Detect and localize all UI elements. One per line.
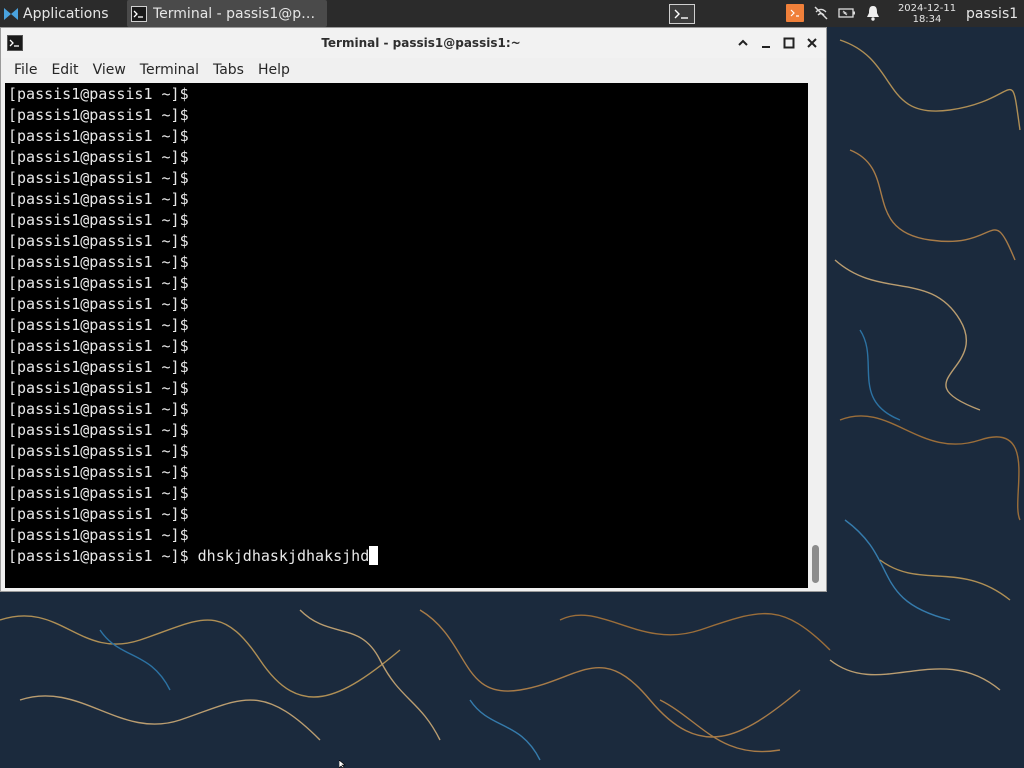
terminal-prompt: [passis1@passis1 ~]$ — [8, 148, 189, 166]
taskbar-terminal-label: Terminal - passis1@p… — [153, 5, 316, 22]
terminal-line: [passis1@passis1 ~]$ — [8, 525, 808, 546]
terminal-line: [passis1@passis1 ~]$ — [8, 294, 808, 315]
taskbar-terminal-button[interactable]: Terminal - passis1@p… — [127, 0, 327, 27]
terminal-line: [passis1@passis1 ~]$ — [8, 483, 808, 504]
terminal-line: [passis1@passis1 ~]$ — [8, 147, 808, 168]
scrollbar-thumb[interactable] — [812, 545, 819, 583]
terminal-line: [passis1@passis1 ~]$ — [8, 210, 808, 231]
workspace-switcher[interactable] — [668, 0, 696, 27]
terminal-prompt: [passis1@passis1 ~]$ — [8, 253, 189, 271]
terminal-prompt: [passis1@passis1 ~]$ — [8, 463, 189, 481]
terminal-icon — [7, 35, 23, 51]
panel-clock[interactable]: 2024-12-11 18:34 — [892, 0, 962, 27]
terminal-line: [passis1@passis1 ~]$ — [8, 420, 808, 441]
terminal-prompt: [passis1@passis1 ~]$ — [8, 85, 189, 103]
terminal-prompt: [passis1@passis1 ~]$ — [8, 106, 189, 124]
close-button[interactable] — [803, 34, 821, 52]
terminal-line: [passis1@passis1 ~]$ — [8, 168, 808, 189]
terminal-prompt: [passis1@passis1 ~]$ — [8, 526, 189, 544]
terminal-line: [passis1@passis1 ~]$ — [8, 441, 808, 462]
terminal-line: [passis1@passis1 ~]$ — [8, 336, 808, 357]
terminal-prompt: [passis1@passis1 ~]$ — [8, 505, 189, 523]
maximize-icon — [783, 37, 795, 49]
terminal-prompt: [passis1@passis1 ~]$ — [8, 316, 189, 334]
clock-time: 18:34 — [912, 13, 942, 25]
terminal-line: [passis1@passis1 ~]$ — [8, 84, 808, 105]
chevron-up-icon — [738, 39, 748, 46]
window-titlebar[interactable]: Terminal - passis1@passis1:~ — [1, 28, 826, 58]
terminal-line: [passis1@passis1 ~]$ — [8, 105, 808, 126]
terminal-line: [passis1@passis1 ~]$ — [8, 231, 808, 252]
terminal-line: [passis1@passis1 ~]$ — [8, 357, 808, 378]
menu-view[interactable]: View — [86, 62, 133, 78]
terminal-line: [passis1@passis1 ~]$ — [8, 252, 808, 273]
applications-icon — [4, 7, 18, 20]
terminal-prompt: [passis1@passis1 ~]$ — [8, 295, 189, 313]
shade-button[interactable] — [734, 34, 752, 52]
terminal-prompt: [passis1@passis1 ~]$ — [8, 358, 189, 376]
terminal-cursor — [369, 546, 379, 565]
terminal-output[interactable]: [passis1@passis1 ~]$ [passis1@passis1 ~]$… — [5, 83, 808, 588]
terminal-line: [passis1@passis1 ~]$ — [8, 504, 808, 525]
close-icon — [807, 38, 817, 48]
terminal-prompt: [passis1@passis1 ~]$ — [8, 484, 189, 502]
menu-file[interactable]: File — [7, 62, 44, 78]
terminal-icon — [131, 5, 147, 22]
terminal-line: [passis1@passis1 ~]$ — [8, 273, 808, 294]
panel-user-menu[interactable]: passis1 — [966, 0, 1024, 27]
minimize-button[interactable] — [757, 34, 775, 52]
terminal-scrollbar[interactable] — [808, 83, 824, 588]
terminal-prompt: [passis1@passis1 ~]$ — [8, 211, 189, 229]
terminal-prompt: [passis1@passis1 ~]$ — [8, 190, 189, 208]
terminal-window: Terminal - passis1@passis1:~ File Edit V… — [0, 27, 827, 592]
window-title: Terminal - passis1@passis1:~ — [321, 36, 521, 50]
terminal-line: [passis1@passis1 ~]$ dhskjdhaskjdhaksjhd — [8, 546, 808, 567]
network-off-icon[interactable] — [812, 4, 830, 22]
menubar: File Edit View Terminal Tabs Help — [1, 58, 826, 82]
menu-terminal[interactable]: Terminal — [133, 62, 206, 78]
menu-edit[interactable]: Edit — [44, 62, 85, 78]
terminal-prompt: [passis1@passis1 ~]$ — [8, 232, 189, 250]
system-tray — [784, 0, 884, 27]
terminal-line: [passis1@passis1 ~]$ — [8, 126, 808, 147]
battery-icon[interactable] — [838, 4, 856, 22]
menu-help[interactable]: Help — [251, 62, 297, 78]
terminal-prompt: [passis1@passis1 ~]$ — [8, 442, 189, 460]
terminal-line: [passis1@passis1 ~]$ — [8, 462, 808, 483]
terminal-line: [passis1@passis1 ~]$ — [8, 315, 808, 336]
minimize-icon — [762, 46, 770, 48]
notification-bell-icon[interactable] — [864, 4, 882, 22]
terminal-prompt: [passis1@passis1 ~]$ — [8, 421, 189, 439]
terminal-prompt: [passis1@passis1 ~]$ — [8, 379, 189, 397]
terminal-prompt: [passis1@passis1 ~]$ — [8, 337, 189, 355]
terminal-prompt: [passis1@passis1 ~]$ — [8, 127, 189, 145]
terminal-prompt: [passis1@passis1 ~]$ — [8, 169, 189, 187]
workspace-icon — [669, 3, 695, 24]
terminal-prompt: [passis1@passis1 ~]$ — [8, 400, 189, 418]
clock-date: 2024-12-11 — [897, 2, 957, 14]
terminal-line: [passis1@passis1 ~]$ — [8, 399, 808, 420]
menu-tabs[interactable]: Tabs — [206, 62, 251, 78]
terminal-line: [passis1@passis1 ~]$ — [8, 378, 808, 399]
terminal-lines: [passis1@passis1 ~]$ [passis1@passis1 ~]$… — [8, 84, 808, 567]
applications-menu-button[interactable]: Applications — [0, 0, 125, 27]
notes-icon[interactable] — [786, 4, 804, 22]
terminal-prompt: [passis1@passis1 ~]$ — [8, 274, 189, 292]
maximize-button[interactable] — [780, 34, 798, 52]
applications-label: Applications — [23, 5, 109, 22]
terminal-prompt: [passis1@passis1 ~]$ — [8, 547, 189, 565]
mouse-pointer-icon — [339, 760, 346, 768]
terminal-current-input: dhskjdhaskjdhaksjhd — [188, 547, 370, 565]
top-panel: Applications Terminal - passis1@p… 2024-… — [0, 0, 1024, 27]
terminal-line: [passis1@passis1 ~]$ — [8, 189, 808, 210]
